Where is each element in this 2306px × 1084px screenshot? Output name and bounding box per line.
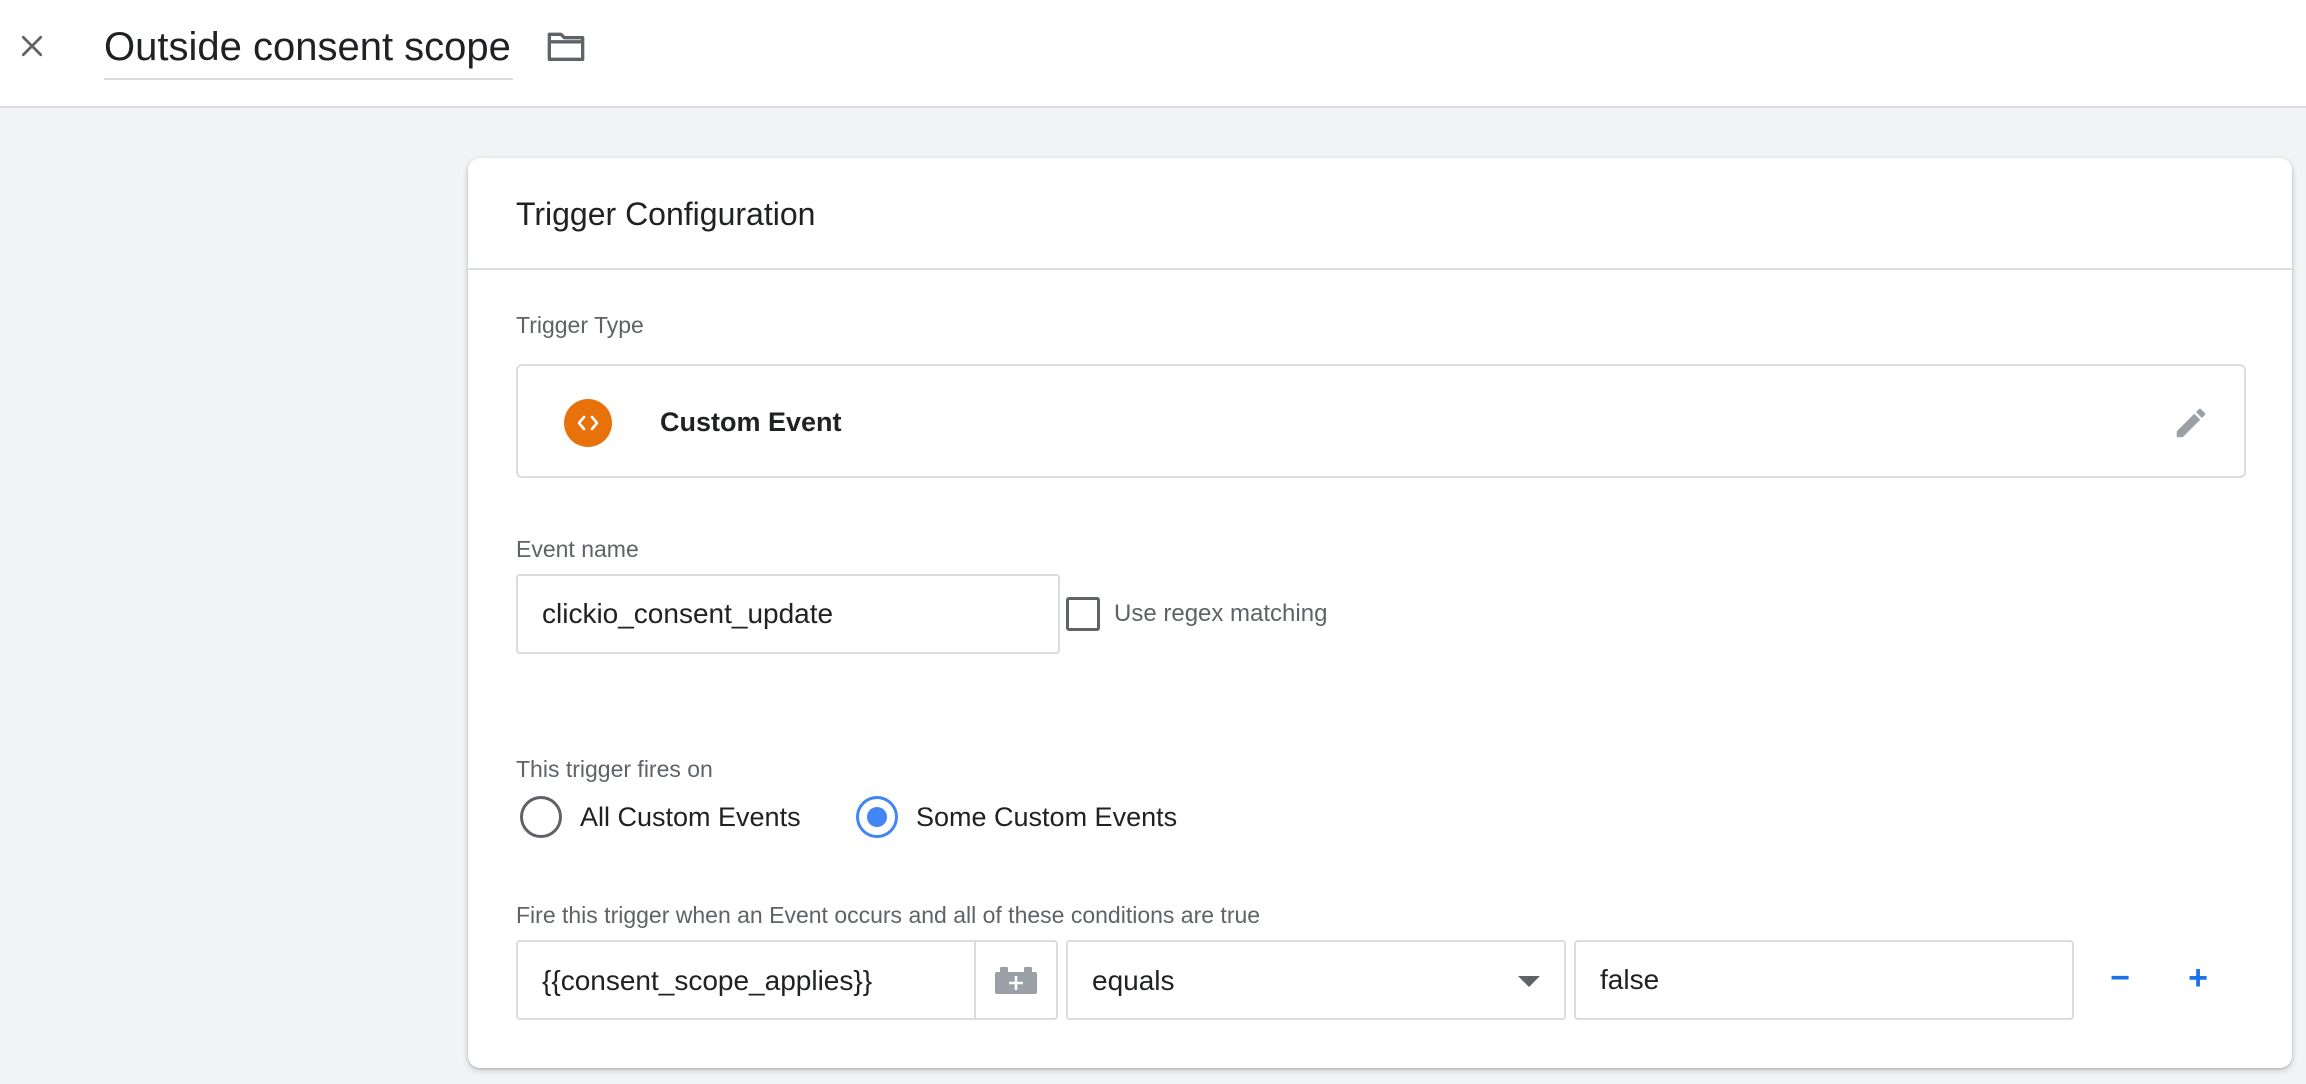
folder-icon <box>547 32 585 61</box>
title-field[interactable]: Outside consent scope <box>104 18 513 80</box>
condition-value-input[interactable] <box>1574 940 2074 1020</box>
card-title: Trigger Configuration <box>516 196 816 232</box>
add-condition-button[interactable]: + <box>2176 956 2220 1000</box>
regex-checkbox[interactable] <box>1066 597 1100 631</box>
condition-variable-field[interactable]: {{consent_scope_applies}} <box>516 940 1058 1020</box>
condition-operator-select[interactable]: equals <box>1066 940 1566 1020</box>
add-variable-brick-icon <box>995 967 1037 994</box>
pencil-icon <box>2176 408 2206 438</box>
condition-operator-value: equals <box>1092 965 1175 996</box>
event-name-label: Event name <box>516 536 639 562</box>
card-header: Trigger Configuration <box>468 158 2292 270</box>
chevron-down-icon <box>1518 976 1540 987</box>
trigger-type-name: Custom Event <box>660 407 842 437</box>
edit-trigger-type-button[interactable] <box>2168 400 2214 446</box>
regex-checkbox-row[interactable]: Use regex matching <box>1066 594 1327 634</box>
conditions-label: Fire this trigger when an Event occurs a… <box>516 902 1261 928</box>
folder-button[interactable] <box>544 26 588 66</box>
trigger-type-selector[interactable]: Custom Event <box>516 364 2246 478</box>
top-bar: Outside consent scope <box>0 0 2306 108</box>
radio-label: All Custom Events <box>580 801 801 832</box>
radio-some-custom-events[interactable]: Some Custom Events <box>856 794 1177 840</box>
event-name-input[interactable] <box>516 574 1060 654</box>
radio-button-selected[interactable] <box>856 796 898 838</box>
code-brackets-icon <box>564 399 612 447</box>
radio-all-custom-events[interactable]: All Custom Events <box>520 794 801 840</box>
trigger-configuration-card: Trigger Configuration Trigger Type Custo… <box>468 158 2292 1068</box>
radio-selected-dot <box>867 807 887 827</box>
close-button[interactable] <box>14 28 50 64</box>
condition-variable-value: {{consent_scope_applies}} <box>542 965 873 996</box>
regex-checkbox-label: Use regex matching <box>1114 600 1328 627</box>
close-icon <box>21 35 43 57</box>
page-title: Outside consent scope <box>104 25 511 69</box>
radio-button[interactable] <box>520 796 562 838</box>
trigger-type-label: Trigger Type <box>516 312 644 338</box>
variable-picker-button[interactable] <box>974 942 1056 1018</box>
fires-on-label: This trigger fires on <box>516 756 713 782</box>
radio-label: Some Custom Events <box>916 801 1178 832</box>
remove-condition-button[interactable]: − <box>2098 956 2142 1000</box>
